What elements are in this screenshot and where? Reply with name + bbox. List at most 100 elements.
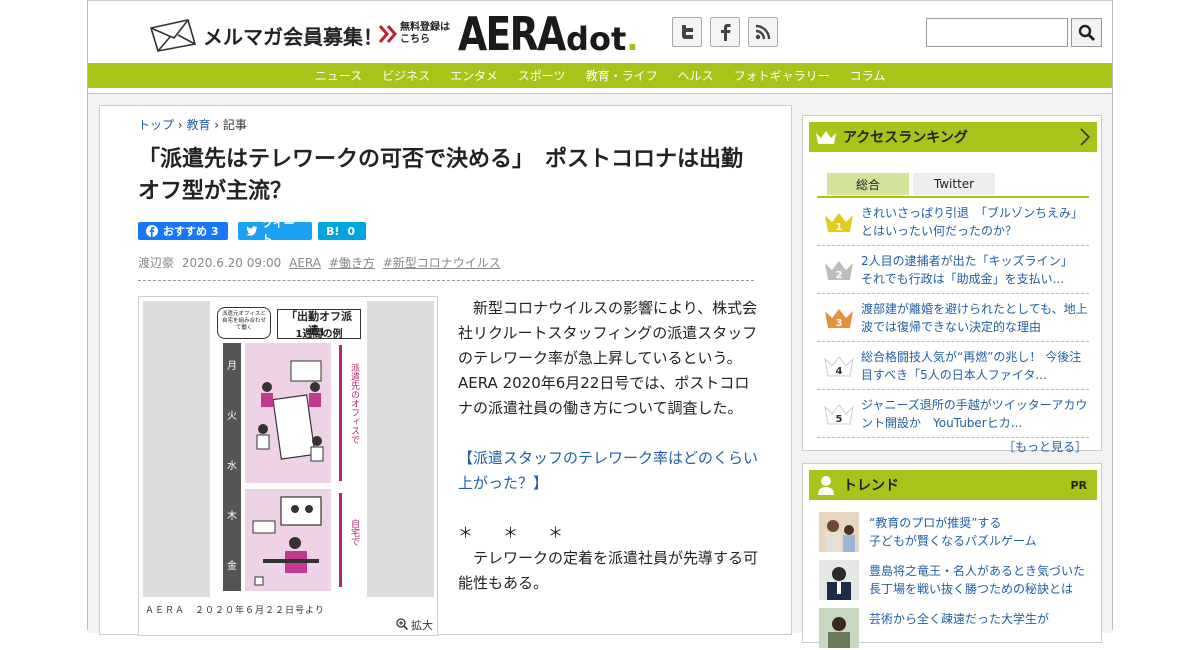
ranking-tabs: 総合 Twitter [827,173,999,195]
twitter-share-label: ツイート [261,217,295,246]
subheading: 【派遣スタッフのテレワーク率はどのくらい上がった？】 [458,449,759,492]
trend-item-3[interactable]: 芸術から全く疎遠だった大学生が [819,608,1091,650]
ranking-item-5[interactable]: 5 ジャニーズ退所の手越がツイッターアカウント開設か YouTuberヒカ... [817,390,1089,438]
divider [138,280,754,281]
office-arrow [339,345,342,481]
ranking-item-2-text: 2人目の逮捕者が出た「キッズライン」 それでも行政は「助成金」を支払い... [861,254,1079,286]
hatena-share-button[interactable]: B! 0 [318,222,366,240]
site-logo[interactable]: AERA dot. [458,7,638,59]
mailmag-sub[interactable]: 無料登録は こちら [400,22,460,46]
search-button[interactable] [1071,18,1102,47]
more-link[interactable]: ［もっと見る］ [1003,438,1087,455]
breadcrumb-sep-1: › [174,118,187,132]
trend-item-1[interactable]: “教育のプロが推奨”する 子どもが賢くなるパズルゲーム [819,512,1091,554]
pr-badge: PR [1070,478,1087,492]
facebook-share-label: おすすめ 3 [163,225,219,238]
rank-3-crown-icon: 3 [825,309,853,329]
nav-item-news[interactable]: ニュース [305,67,372,84]
trend-1-thumbnail [819,512,859,552]
mailmag-sub-line2: こちら [400,34,430,45]
ranking-item-1[interactable]: 1 きれいさっぱり引退 「ブルゾンちえみ」とはいったい何だったのか？ [817,198,1089,246]
trend-item-2-line2: 長丁場を戦い抜く勝つための秘訣とは [869,582,1074,596]
mailmag-sub-line1: 無料登録は [400,22,450,33]
twitter-icon [682,25,693,39]
article-figure[interactable]: 派遣元オフィスと自宅を組み合わせて働く 「出勤オフ派遣」 1週間の例 月 火 水… [138,296,438,636]
ranking-item-2[interactable]: 2 2人目の逮捕者が出た「キッズライン」 それでも行政は「助成金」を支払い... [817,246,1089,294]
trend-item-1-text: “教育のプロが推奨”する 子どもが賢くなるパズルゲーム [869,514,1093,550]
zoom-button[interactable]: 拡大 [395,617,433,633]
figure-bubble: 派遣元オフィスと自宅を組み合わせて働く [217,307,271,339]
double-chevron-icon [378,25,397,43]
ranking-item-5-text: ジャニーズ退所の手越がツイッターアカウント開設か YouTuberヒカ... [861,398,1088,430]
paragraph-2: テレワークの定着を派遣社員が先導する可能性もある。 [458,549,759,592]
publish-date: 2020.6.20 09:00 [181,256,282,270]
ranking-item-3[interactable]: 3 渡部建が離婚を避けられたとしても、地上波では復帰できない決定的な理由 [817,294,1089,342]
office-illustration [256,360,324,462]
twitter-share-button[interactable]: ツイート [238,217,312,246]
office-label: 派遣先のオフィスで [349,363,359,444]
nav-item-column[interactable]: コラム [840,67,896,84]
trend-title: トレンド [843,478,899,494]
mailmag-label[interactable]: メルマガ会員募集！ [203,21,383,50]
zoom-icon [395,618,408,631]
search-input[interactable] [926,18,1068,47]
rank-4-crown-icon: 4 [824,356,854,377]
rank-5-crown-icon: 5 [824,404,854,425]
rss-icon [755,24,771,40]
facebook-share-button[interactable]: おすすめ 3 [138,222,228,240]
ranking-panel: アクセスランキング 総合 Twitter 1 きれいさっぱり引退 「ブルゾンちえ… [802,115,1102,454]
home-illustration [252,496,322,586]
trend-header[interactable]: トレンド PR [809,470,1097,500]
rss-button[interactable] [748,17,778,47]
day-mon: 月 [227,361,237,372]
ranking-item-4[interactable]: 4 総合格闘技人気が“再燃”の兆し！ 今後注目すべき「5人の日本人ファイタ... [817,342,1089,390]
trend-item-2[interactable]: 豊島将之竜王・名人があるとき気づいた 長丁場を戦い抜く勝つための秘訣とは [819,560,1091,602]
logo-main: AERA [458,7,566,61]
facebook-like-icon [146,225,158,237]
separator-stars: ＊ ＊ ＊ [458,524,564,542]
figure-image[interactable]: 派遣元オフィスと自宅を組み合わせて働く 「出勤オフ派遣」 1週間の例 月 火 水… [143,301,434,597]
tag-corona[interactable]: #新型コロナウイルス [383,256,501,270]
tag-hatarakikata[interactable]: #働き方 [329,256,375,270]
breadcrumb-home[interactable]: トップ [138,118,174,132]
breadcrumb-section[interactable]: 教育 [186,118,210,132]
chevron-right-icon [1080,128,1091,146]
day-tue: 火 [227,411,237,422]
person-icon [818,476,834,495]
hatena-count: 0 [347,224,356,238]
global-nav: ニュース ビジネス エンタメ スポーツ 教育・ライフ ヘルス フォトギャラリー … [88,63,1112,88]
article-panel: トップ › 教育 › 記事 「派遣先はテレワークの可否で決める」 ポストコロナは… [99,105,792,636]
day-wed: 水 [227,461,237,472]
twitter-bird-icon [246,226,258,236]
breadcrumb-sep-2: › [210,118,223,132]
rank-2-number: 2 [836,270,843,281]
ranking-header[interactable]: アクセスランキング [809,122,1097,152]
search-icon [1078,24,1095,41]
nav-item-health[interactable]: ヘルス [668,67,724,84]
trend-2-thumbnail [819,560,859,600]
nav-item-education[interactable]: 教育・ライフ [576,67,668,84]
nav-item-sports[interactable]: スポーツ [508,67,576,84]
nav-item-photo[interactable]: フォトギャラリー [724,67,840,84]
nav-item-entame[interactable]: エンタメ [440,67,508,84]
breadcrumb-current: 記事 [222,118,247,132]
tab-sogo[interactable]: 総合 [827,173,909,195]
trend-3-thumbnail [819,608,859,648]
rank-1-number: 1 [836,222,843,233]
trend-panel: トレンド PR “教育のプロが推奨”する 子どもが賢くなるパズルゲーム 豊島将之… [802,463,1102,648]
envelope-icon[interactable] [148,18,198,52]
rank-2-crown-icon: 2 [825,261,853,281]
home-arrow [339,493,342,587]
rank-4-number: 4 [836,366,843,377]
trend-item-1-line2: 子どもが賢くなるパズルゲーム [869,534,1037,548]
zoom-label: 拡大 [411,619,433,632]
hatena-label: B! [326,224,340,238]
trend-item-1-line1: “教育のプロが推奨”する [869,516,1002,530]
facebook-button[interactable] [710,17,740,47]
figure-heading2: 1週間の例 [295,329,343,340]
logo-period: . [626,20,639,58]
nav-item-business[interactable]: ビジネス [372,67,440,84]
tab-twitter[interactable]: Twitter [913,173,995,195]
twitter-button[interactable] [672,17,702,47]
tag-aera[interactable]: AERA [289,256,321,270]
